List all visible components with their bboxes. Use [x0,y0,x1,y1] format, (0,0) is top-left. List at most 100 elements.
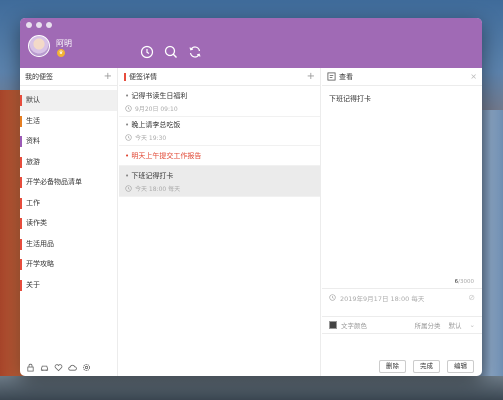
desktop-wallpaper-bottom [0,376,503,400]
detail-title: 查看 [339,72,353,81]
sidebar-item-travel[interactable]: 旅游 [20,152,117,173]
char-count-total: /3000 [458,279,474,285]
note-title: 晚上请李总吃饭 [125,120,314,130]
add-category-button[interactable]: + [104,71,112,82]
category-color-marker [20,259,22,270]
window-controls [26,22,52,28]
cloud-icon[interactable] [68,363,77,372]
clear-reminder-icon[interactable]: ⊘ [468,293,475,302]
reminder-row[interactable]: 2019年9月17日 18:00 每天 ⊘ [322,288,482,306]
zoom-window-button[interactable] [46,22,52,28]
list-item[interactable]: 下班记得打卡 今天 18:00 每天 [119,166,320,197]
text-color-label: 文字颜色 [341,322,367,330]
category-color-marker [124,72,126,81]
category-color-marker [20,279,22,291]
delete-button[interactable]: 删除 [379,360,406,373]
sidebar-item-label: 默认 [26,96,40,104]
sidebar-item-label: 开学必备物品清单 [26,178,82,186]
clock-icon [125,134,132,141]
note-list: 记得书读生日福利 9月20日 09:10 晚上请李总吃饭 今天 19:30 明天… [119,88,320,197]
toolbar [140,45,202,59]
category-color-marker [20,136,22,147]
category-select[interactable]: 所属分类 默认 ⌄ [415,320,475,330]
sidebar-item-label: 生活 [26,116,40,125]
category-color-marker [20,197,22,209]
category-color-marker [20,238,22,250]
sidebar-item-default[interactable]: 默认 [20,90,117,111]
category-sidebar: 我的便签 + 默认 生活 资料 旅游 开学必备物品清单 工作 读作类 生活用品 … [20,68,118,376]
sidebar-item-label: 资料 [26,137,40,145]
note-title: 明天上午提交工作报告 [125,151,314,161]
note-meta: 今天 19:30 [125,133,314,142]
clock-icon [125,185,132,192]
vip-badge-icon: ♛ [57,49,65,57]
lock-icon[interactable] [26,363,35,372]
category-color-marker [20,156,22,168]
sidebar-item-label: 生活用品 [26,239,54,248]
sidebar-header: 我的便签 + [20,68,117,86]
sidebar-item-label: 读作类 [26,219,47,227]
notes-panel: 便签详情 + 记得书读生日福利 9月20日 09:10 晚上请李总吃饭 今天 1… [119,68,321,376]
avatar[interactable] [28,35,50,57]
titlebar: 阿明 ♛ [20,18,482,68]
note-reminder-time: 今天 19:30 [135,135,167,142]
heart-icon[interactable] [54,363,63,372]
sidebar-item-about[interactable]: 关于 [20,275,117,296]
note-title: 下班记得打卡 [125,171,314,181]
detail-panel: 查看 × 下班记得打卡 6/3000 2019年9月17日 18:00 每天 ⊘… [322,68,482,376]
sidebar-title: 我的便签 [25,72,53,81]
car-icon[interactable] [40,363,49,372]
category-color-marker [20,95,22,106]
text-color-swatch[interactable] [329,321,337,329]
sidebar-footer [26,363,91,372]
list-item[interactable]: 明天上午提交工作报告 [119,146,320,166]
view-note-icon [327,72,336,81]
category-list: 默认 生活 资料 旅游 开学必备物品清单 工作 读作类 生活用品 开学攻略 关于 [20,90,117,295]
note-meta: 今天 18:00 每天 [125,184,314,193]
action-buttons: 删除 完成 编辑 [379,360,474,373]
sidebar-item-life[interactable]: 生活 [20,111,117,132]
note-content[interactable]: 下班记得打卡 [329,94,371,104]
sidebar-item-reading[interactable]: 读作类 [20,213,117,234]
sidebar-item-label: 开学攻略 [26,260,54,268]
note-meta: 9月20日 09:10 [125,104,314,113]
list-item[interactable]: 晚上请李总吃饭 今天 19:30 [119,117,320,146]
list-item[interactable]: 记得书读生日福利 9月20日 09:10 [119,88,320,117]
close-icon[interactable]: × [470,72,477,81]
note-reminder-time: 9月20日 09:10 [135,106,178,113]
sidebar-item-label: 旅游 [26,157,40,166]
notes-header: 便签详情 + [119,68,320,86]
note-settings-row: 文字颜色 所属分类 默认 ⌄ [322,316,482,334]
sidebar-item-school-checklist[interactable]: 开学必备物品清单 [20,172,117,193]
category-color-marker [20,115,22,127]
char-counter: 6/3000 [455,279,474,285]
done-button[interactable]: 完成 [413,360,440,373]
settings-icon[interactable] [82,363,91,372]
username: 阿明 [56,39,72,48]
clock-icon [125,105,132,112]
close-window-button[interactable] [26,22,32,28]
note-title: 记得书读生日福利 [125,91,314,101]
category-value: 默认 [448,322,462,330]
category-label: 所属分类 [414,322,441,330]
notes-title: 便签详情 [129,72,157,81]
sidebar-item-school-guide[interactable]: 开学攻略 [20,254,117,275]
chevron-down-icon: ⌄ [469,321,475,329]
clock-icon[interactable] [140,45,154,59]
add-note-button[interactable]: + [307,71,315,82]
search-icon[interactable] [164,45,178,59]
sidebar-item-materials[interactable]: 资料 [20,131,117,152]
clock-icon [329,294,336,301]
sidebar-item-supplies[interactable]: 生活用品 [20,234,117,255]
category-color-marker [20,218,22,229]
detail-header: 查看 × [322,68,482,86]
note-reminder-time: 今天 18:00 每天 [135,186,181,193]
sidebar-item-label: 工作 [26,198,40,207]
minimize-window-button[interactable] [36,22,42,28]
sidebar-item-label: 关于 [26,280,40,289]
sync-icon[interactable] [188,45,202,59]
sidebar-item-work[interactable]: 工作 [20,193,117,214]
app-window: 阿明 ♛ 我的便签 + 默认 生活 资料 旅游 开学必备物品清单 工作 读作类 … [20,18,482,376]
edit-button[interactable]: 编辑 [447,360,474,373]
reminder-text: 2019年9月17日 18:00 每天 [340,294,425,303]
